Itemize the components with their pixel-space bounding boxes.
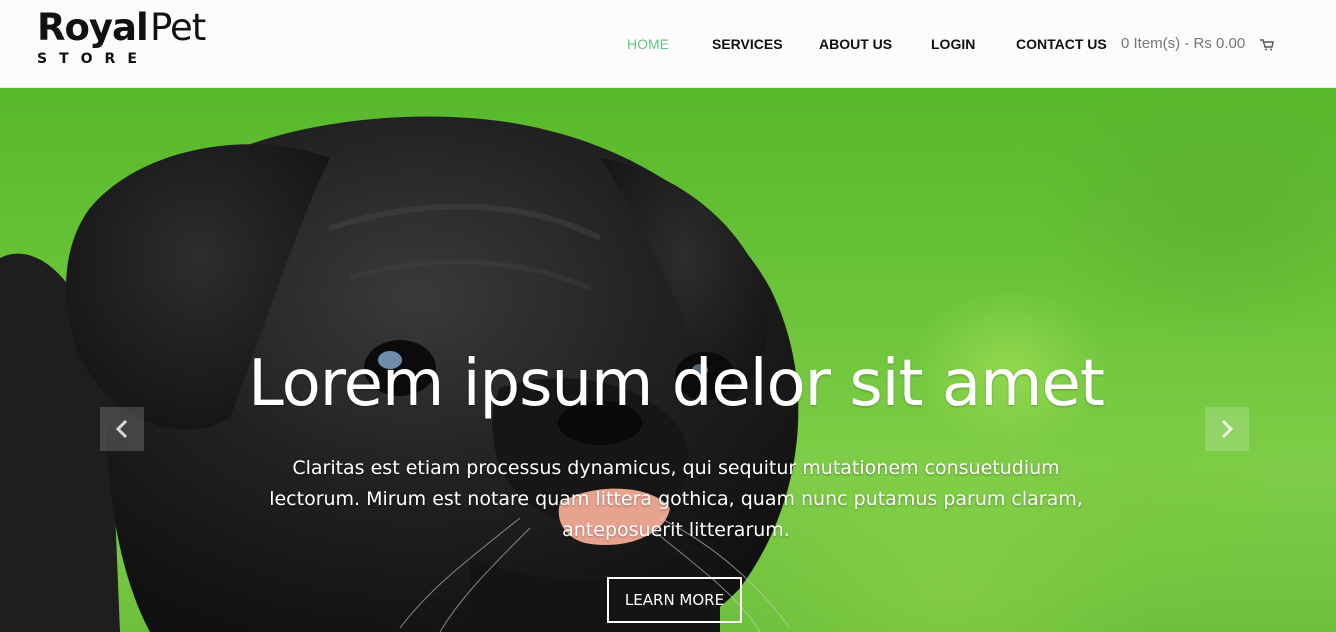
logo-word-royal: Royal (37, 6, 149, 49)
learn-more-button[interactable]: LEARN MORE (607, 577, 742, 623)
cart-summary[interactable]: 0 Item(s) - Rs 0.00 (1121, 33, 1245, 55)
nav-services[interactable]: SERVICES (712, 33, 783, 55)
nav-about-us[interactable]: ABOUT US (819, 33, 892, 55)
logo-tagline: STORE (37, 51, 149, 67)
logo[interactable]: Royal Pet STORE (37, 6, 227, 72)
nav-home[interactable]: HOME (627, 33, 669, 55)
site-header: Royal Pet STORE HOME SERVICES ABOUT US L… (0, 0, 1336, 88)
hero-title: Lorem ipsum delor sit amet (248, 347, 1105, 421)
nav-contact-us[interactable]: CONTACT US (1016, 33, 1107, 55)
hero-slider: Lorem ipsum delor sit amet Claritas est … (0, 88, 1336, 632)
nav-login[interactable]: LOGIN (931, 33, 975, 55)
hero-description: Claritas est etiam processus dynamicus, … (269, 457, 1083, 541)
cart-icon[interactable] (1260, 38, 1274, 51)
logo-word-pet: Pet (150, 6, 206, 49)
